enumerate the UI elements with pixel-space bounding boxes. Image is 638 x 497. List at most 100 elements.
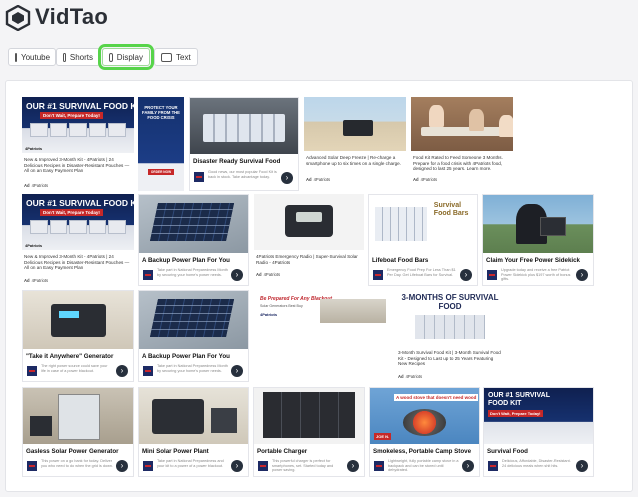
open-ad-arrow-icon[interactable]: ›	[116, 365, 128, 377]
tab-text[interactable]: Text	[154, 48, 198, 66]
ad-image	[483, 195, 593, 253]
ad-art-brand: 4Patriots	[25, 243, 43, 248]
ad-headline: Disaster Ready Survival Food	[193, 158, 281, 165]
ad-image: PROTECT YOUR FAMILY FROM THE FOOD CRISIS…	[138, 97, 184, 191]
ad-blurb: Emergency Food Prep For Less Than $1 Per…	[387, 268, 456, 277]
ad-image: OUR #1 SURVIVAL FOOD KIT Don't Wait, Pre…	[484, 388, 593, 444]
ad-label: Ad	[413, 177, 419, 182]
ad-headline: "Take it Anywhere" Generator	[26, 353, 114, 360]
4patriots-flag-icon	[373, 270, 383, 280]
ad-blurb: This power on a go bank for today. Deliv…	[41, 459, 113, 468]
open-ad-arrow-icon[interactable]: ›	[576, 269, 588, 281]
ad-caption: New & Improved 3-Month Kit - 4Patriots |…	[24, 157, 130, 174]
ad-blurb: Good news, our most popular Food Kit is …	[208, 170, 277, 179]
tab-shorts-label: Shorts	[69, 52, 93, 62]
open-ad-arrow-icon[interactable]: ›	[231, 269, 243, 281]
4patriots-flag-icon	[488, 461, 498, 471]
ad-blurb: Delicious, Affordable, Disaster-Resistan…	[502, 459, 571, 468]
tab-shorts[interactable]: Shorts	[56, 48, 100, 66]
sponsor-name: 4Patriots	[263, 272, 281, 277]
ad-image	[254, 194, 364, 250]
ad-card[interactable]: OUR #1 SURVIVAL FOOD KIT Don't Wait, Pre…	[483, 387, 594, 477]
ad-label: Ad	[256, 272, 262, 277]
tab-youtube-label: Youtube	[21, 52, 51, 62]
text-icon	[161, 52, 172, 62]
ad-caption: New & Improved 3-Month Kit - 4Patriots |…	[24, 254, 130, 271]
ad-art-brand: 4Patriots	[260, 312, 278, 317]
ad-art-title: 3-MONTHS OF SURVIVAL FOOD	[401, 293, 499, 311]
ad-label: Ad	[24, 183, 30, 188]
tab-display-label: Display	[116, 52, 143, 62]
tab-youtube[interactable]: Youtube	[8, 48, 56, 66]
ad-card[interactable]: A wood stove that doesn't need wood JOE …	[369, 387, 480, 477]
open-ad-arrow-icon[interactable]: ›	[576, 460, 588, 472]
ad-card[interactable]: Advanced Solar Deep Freeze | Re-charge a…	[304, 97, 406, 191]
4patriots-flag-icon	[143, 366, 153, 376]
ad-card[interactable]: A Backup Power Plan For You Take part in…	[138, 194, 249, 286]
ad-card[interactable]: A Backup Power Plan For You Take part in…	[138, 290, 249, 382]
ad-blurb: Lightweight, fully portable camp stove i…	[388, 459, 459, 473]
vidtao-logo-icon[interactable]	[5, 5, 31, 31]
ad-image	[139, 291, 248, 349]
ad-card[interactable]: "Take it Anywhere" Generator The right p…	[22, 290, 134, 382]
open-ad-arrow-icon[interactable]: ›	[462, 460, 474, 472]
ad-card[interactable]: OUR #1 SURVIVAL FOOD KIT Don't Wait, Pre…	[22, 194, 134, 286]
ad-headline: Mini Solar Power Plant	[142, 448, 209, 455]
4patriots-flag-icon	[258, 461, 268, 471]
ad-sponsor: Ad 4Patriots	[24, 183, 48, 188]
ad-card[interactable]: 4Patriots Emergency Radio | Super-Surviv…	[254, 194, 364, 286]
ad-image: Be Prepared For Any Blackout Solar Gener…	[254, 292, 392, 328]
open-ad-arrow-icon[interactable]: ›	[281, 172, 293, 184]
ad-art-subtitle: Don't Wait, Prepare Today!	[40, 112, 103, 119]
app-title[interactable]: VidTao	[35, 4, 108, 30]
ad-card[interactable]: Claim Your Free Power Sidekick Upgrade t…	[482, 194, 594, 286]
sponsor-name: 4Patriots	[420, 177, 438, 182]
ad-blurb: Upgrade today and receive a free Patriot…	[501, 268, 571, 282]
ad-card[interactable]: Mini Solar Power Plant Take part in Nati…	[138, 387, 249, 477]
ad-card[interactable]: 3-MONTHS OF SURVIVAL FOOD 3-Month Surviv…	[396, 290, 504, 382]
ad-headline: Gasless Solar Power Generator	[26, 448, 119, 455]
ad-headline: A Backup Power Plan For You	[142, 353, 230, 360]
ad-image	[304, 97, 406, 151]
ad-card[interactable]: OUR #1 SURVIVAL FOOD KIT Don't Wait, Pre…	[22, 97, 134, 191]
open-ad-arrow-icon[interactable]: ›	[231, 460, 243, 472]
4patriots-flag-icon	[27, 461, 37, 471]
ad-sponsor: Ad 4Patriots	[306, 177, 330, 182]
ad-card[interactable]: Disaster Ready Survival Food Good news, …	[189, 97, 299, 191]
ad-art-name: JOE N.	[374, 433, 392, 440]
open-ad-arrow-icon[interactable]: ›	[116, 460, 128, 472]
ad-card[interactable]: Be Prepared For Any Blackout Solar Gener…	[254, 292, 392, 328]
ad-blurb: The right power source could save your l…	[41, 364, 108, 373]
4patriots-flag-icon	[487, 270, 497, 280]
ad-image: A wood stove that doesn't need wood JOE …	[370, 388, 479, 444]
open-ad-arrow-icon[interactable]: ›	[347, 460, 359, 472]
ad-sponsor: Ad 4Patriots	[24, 278, 48, 283]
ad-image	[411, 97, 513, 151]
ad-image	[139, 195, 248, 253]
ad-label: Ad	[24, 278, 30, 283]
ad-card[interactable]: Survival Food Bars Lifeboat Food Bars Em…	[368, 194, 478, 286]
ad-caption: 4Patriots Emergency Radio | Super-Surviv…	[256, 254, 358, 265]
ad-card[interactable]: PROTECT YOUR FAMILY FROM THE FOOD CRISIS…	[138, 97, 184, 191]
ad-image	[23, 291, 133, 349]
4patriots-flag-icon	[27, 366, 37, 376]
ad-card[interactable]: Gasless Solar Power Generator This power…	[22, 387, 134, 477]
4patriots-flag-icon	[143, 270, 153, 280]
ad-image: Survival Food Bars	[369, 195, 477, 253]
ad-headline: Portable Charger	[257, 448, 308, 455]
sponsor-name: 4Patriots	[31, 278, 49, 283]
ad-card[interactable]: Portable Charger This powerful charger i…	[253, 387, 365, 477]
ad-image	[190, 98, 298, 154]
open-ad-arrow-icon[interactable]: ›	[460, 269, 472, 281]
ad-image: OUR #1 SURVIVAL FOOD KIT Don't Wait, Pre…	[22, 97, 134, 153]
tab-display[interactable]: Display	[98, 44, 154, 70]
order-now-label: ORDER NOW	[150, 170, 172, 174]
ad-sponsor: Ad 4Patriots	[398, 374, 422, 379]
ad-headline: A Backup Power Plan For You	[142, 257, 230, 264]
ad-art-title: OUR #1 SURVIVAL FOOD KIT	[26, 198, 134, 208]
open-ad-arrow-icon[interactable]: ›	[231, 365, 243, 377]
ad-blurb: Take part in National Preparedness Month…	[157, 364, 228, 373]
ad-card[interactable]: Food Kit Rated to Feed Someone 3 Months.…	[411, 97, 513, 191]
sponsor-name: 4Patriots	[313, 177, 331, 182]
ad-sponsor: Ad 4Patriots	[256, 272, 280, 277]
